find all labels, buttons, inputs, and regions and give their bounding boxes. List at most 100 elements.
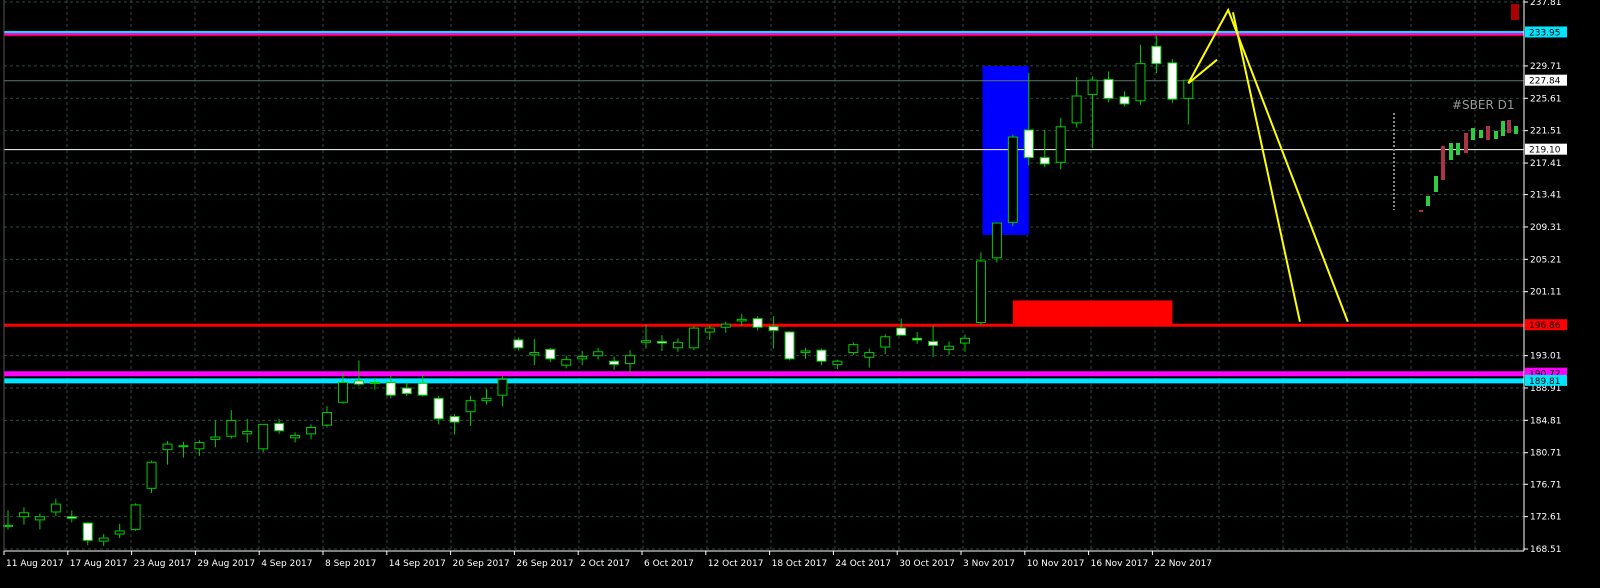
y-tick-label: 217.41 xyxy=(1530,159,1562,169)
candle-bull xyxy=(736,318,747,322)
inset-candle xyxy=(1479,130,1483,138)
candle-bear xyxy=(784,331,795,360)
candle-bull xyxy=(3,524,13,527)
y-tick-label: 209.31 xyxy=(1530,223,1562,233)
candle-bull xyxy=(226,419,237,437)
blue-zone xyxy=(982,66,1029,235)
candle-bull xyxy=(162,443,173,451)
candle-bear xyxy=(66,516,77,519)
red-zone xyxy=(1012,300,1173,325)
candle-bull xyxy=(18,512,29,518)
candle-bear xyxy=(545,348,556,360)
x-tick-label: 6 Oct 2017 xyxy=(644,559,694,569)
candle-bull xyxy=(497,378,508,396)
inset-candle xyxy=(1426,196,1430,206)
candle-bear xyxy=(609,360,620,365)
candle-bear xyxy=(1023,129,1034,159)
candle-bull xyxy=(944,345,955,350)
x-tick-label: 17 Aug 2017 xyxy=(70,559,128,569)
inset-candle xyxy=(1507,120,1511,133)
candle-bull xyxy=(593,351,604,357)
candle-bear xyxy=(82,522,93,541)
inset-candle xyxy=(1441,146,1445,180)
x-tick-label: 8 Sep 2017 xyxy=(325,559,376,569)
candle-bull xyxy=(1135,63,1146,102)
candle-bull xyxy=(991,222,1002,259)
candle-bull xyxy=(210,436,221,440)
candle-bear xyxy=(1103,78,1114,99)
candle-bull xyxy=(1007,136,1018,223)
candle-bull xyxy=(322,412,332,426)
candle-bull xyxy=(561,359,572,366)
x-tick-label: 18 Oct 2017 xyxy=(772,559,828,569)
candle-bear xyxy=(401,387,412,395)
candle-bull xyxy=(832,360,843,365)
x-tick-label: 30 Oct 2017 xyxy=(899,559,955,569)
candle-bull xyxy=(1087,79,1098,95)
candle-bull xyxy=(848,344,859,354)
y-tick-label: 176.71 xyxy=(1530,480,1562,490)
candle-bear xyxy=(353,380,364,385)
candle-bear xyxy=(1039,157,1050,165)
price-tag-label: 189.81 xyxy=(1529,377,1561,387)
candle-bear xyxy=(768,325,779,331)
price-tag-label: 227.84 xyxy=(1529,77,1561,87)
y-tick-label: 184.81 xyxy=(1530,416,1562,426)
candle-bull xyxy=(337,382,348,403)
candle-bull xyxy=(465,400,476,413)
y-tick-label: 213.41 xyxy=(1530,191,1562,201)
x-tick-label: 2 Oct 2017 xyxy=(580,559,630,569)
inset-candle xyxy=(1494,131,1498,139)
x-tick-label: 20 Sep 2017 xyxy=(453,559,510,569)
candle-bear xyxy=(369,382,380,385)
x-tick-label: 29 Aug 2017 xyxy=(197,559,255,569)
candle-bull xyxy=(178,445,189,448)
candle-bull xyxy=(290,434,301,439)
candle-bull xyxy=(242,430,253,435)
x-tick-label: 24 Oct 2017 xyxy=(835,559,891,569)
candle-bull xyxy=(98,537,109,542)
inset-candle xyxy=(1456,143,1460,155)
price-chart[interactable]: #SBER D1 237.81 229.71 225.61 221.51 217.41 2… xyxy=(0,0,1600,584)
y-tick-label: 229.71 xyxy=(1530,62,1562,72)
price-tag-label: 219.10 xyxy=(1529,146,1561,156)
candle-bull xyxy=(1055,126,1066,163)
candle-bull xyxy=(258,423,269,450)
candle-bull xyxy=(704,327,715,333)
candle-bear xyxy=(449,415,460,423)
candle-bull xyxy=(688,327,699,349)
inset-candle xyxy=(1514,126,1518,134)
inset-candle xyxy=(1471,128,1475,140)
x-tick-label: 26 Sep 2017 xyxy=(516,559,573,569)
x-tick-label: 3 Nov 2017 xyxy=(963,559,1015,569)
candle-bull xyxy=(34,516,45,521)
y-tick-label: 221.51 xyxy=(1530,127,1562,137)
inset-candle xyxy=(1434,176,1438,192)
x-tick-label: 22 Nov 2017 xyxy=(1154,559,1212,569)
candle-bear xyxy=(1167,62,1178,100)
chart-canvas[interactable]: #SBER D1 237.81 229.71 225.61 221.51 217.41 2… xyxy=(0,0,1600,584)
candle-bull xyxy=(577,355,588,360)
candle-bull xyxy=(50,503,61,513)
candle-bull xyxy=(481,397,492,402)
candle-bear xyxy=(656,340,667,344)
alert-marker-icon xyxy=(1511,4,1519,20)
x-tick-label: 10 Nov 2017 xyxy=(1027,559,1085,569)
candle-bear xyxy=(816,349,827,362)
candle-bull xyxy=(975,260,986,324)
x-tick-label: 16 Nov 2017 xyxy=(1091,559,1149,569)
candle-bear xyxy=(1151,45,1162,65)
x-tick-label: 4 Sep 2017 xyxy=(261,559,312,569)
inset-candle xyxy=(1419,210,1423,212)
y-tick-label: 237.81 xyxy=(1530,0,1562,8)
candle-bear xyxy=(752,318,763,328)
candle-bear xyxy=(417,382,428,396)
candle-bull xyxy=(672,341,683,349)
y-tick-label: 180.71 xyxy=(1530,449,1562,459)
candle-bull xyxy=(720,323,731,328)
candle-bear xyxy=(274,423,285,432)
candle-bull xyxy=(194,442,205,450)
y-tick-label: 201.11 xyxy=(1530,288,1562,298)
candle-bear xyxy=(513,339,524,349)
candle-bear xyxy=(896,327,907,336)
